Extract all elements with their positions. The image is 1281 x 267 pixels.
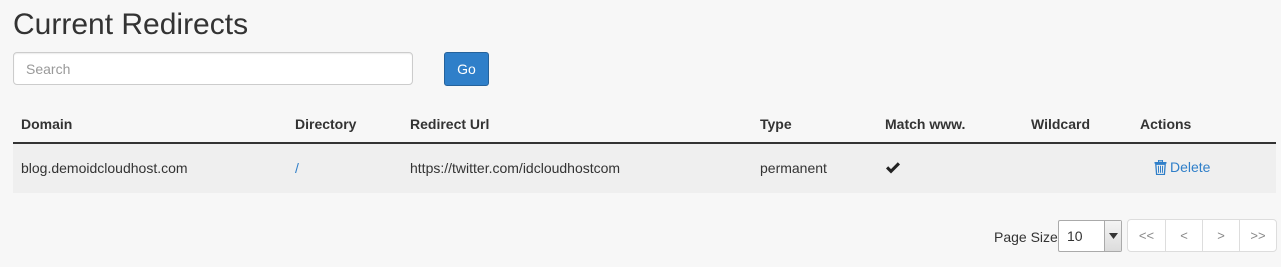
redirects-table: Domain Directory Redirect Url Type Match… [13,104,1276,193]
cell-redirect-url: https://twitter.com/idcloudhostcom [410,160,621,176]
page-size-value: 10 [1067,228,1083,244]
select-arrow [1104,221,1121,251]
cell-domain: blog.demoidcloudhost.com [21,160,188,176]
chevron-down-icon [1108,233,1118,239]
next-page-button[interactable]: > [1202,220,1239,251]
column-header-domain: Domain [21,116,73,132]
cell-directory-link[interactable]: / [295,160,299,176]
column-header-wildcard: Wildcard [1031,116,1090,132]
column-header-directory: Directory [295,116,357,132]
delete-button[interactable]: Delete [1154,159,1210,175]
page-size-label: Page Size [994,229,1058,245]
column-header-type: Type [760,116,792,132]
table-header: Domain Directory Redirect Url Type Match… [13,104,1276,144]
pagination: << < > >> [1127,219,1277,252]
redirects-page: Current Redirects Go Domain Directory Re… [0,0,1281,267]
table-row: blog.demoidcloudhost.com / https://twitt… [13,144,1276,193]
trash-icon [1154,159,1167,175]
cell-type: permanent [760,160,827,176]
delete-label: Delete [1170,159,1211,175]
first-page-button[interactable]: << [1128,220,1165,251]
previous-page-button[interactable]: < [1165,220,1202,251]
column-header-actions: Actions [1140,116,1192,132]
last-page-button[interactable]: >> [1239,220,1276,251]
column-header-redirect-url: Redirect Url [410,116,490,132]
check-icon [886,162,900,174]
search-input[interactable] [13,52,413,85]
page-title: Current Redirects [13,8,249,41]
column-header-match-www: Match www. [885,116,966,132]
page-size-select[interactable]: 10 [1058,220,1122,252]
go-button[interactable]: Go [444,52,489,86]
